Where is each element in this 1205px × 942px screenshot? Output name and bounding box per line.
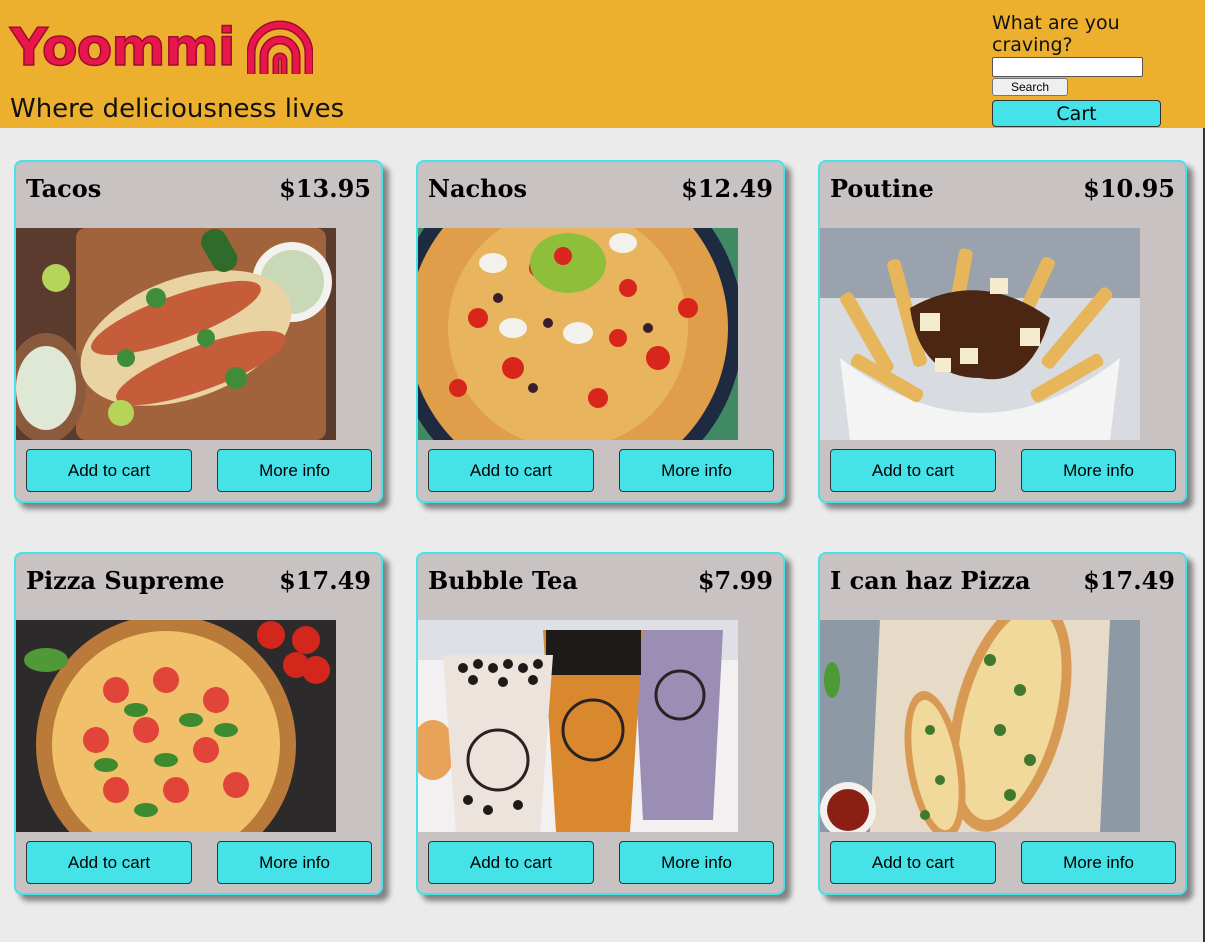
product-price: $7.99 <box>697 566 773 595</box>
product-name: Nachos <box>428 174 528 203</box>
add-to-cart-button[interactable]: Add to cart <box>26 841 192 884</box>
logo[interactable]: Yoommi <box>9 17 313 79</box>
arches-logo-icon <box>246 20 313 74</box>
more-info-button[interactable]: More info <box>619 841 774 884</box>
product-price: $17.49 <box>1083 566 1175 595</box>
site-header: Yoommi Where deliciousness lives What ar… <box>0 0 1205 128</box>
product-name: Bubble Tea <box>428 566 578 595</box>
product-card: Pizza Supreme $17.49 Add to cart More in… <box>14 552 383 895</box>
product-card: Bubble Tea $7.99 Add to cart More info <box>416 552 785 895</box>
brand-name: Yoommi <box>9 17 236 79</box>
poutine-image <box>820 228 1140 440</box>
product-name: Pizza Supreme <box>26 566 225 595</box>
tacos-image <box>16 228 336 440</box>
pizza-image <box>16 620 336 832</box>
add-to-cart-button[interactable]: Add to cart <box>428 841 594 884</box>
search-button[interactable]: Search <box>992 78 1068 96</box>
more-info-button[interactable]: More info <box>1021 841 1176 884</box>
product-name: I can haz Pizza <box>830 566 1031 595</box>
more-info-button[interactable]: More info <box>619 449 774 492</box>
product-name: Poutine <box>830 174 934 203</box>
product-price: $10.95 <box>1083 174 1175 203</box>
bubble-tea-image <box>418 620 738 832</box>
product-card: I can haz Pizza $17.49 Add to cart More … <box>818 552 1187 895</box>
more-info-button[interactable]: More info <box>217 841 372 884</box>
product-name: Tacos <box>26 174 102 203</box>
tagline: Where deliciousness lives <box>10 94 345 124</box>
more-info-button[interactable]: More info <box>1021 449 1176 492</box>
add-to-cart-button[interactable]: Add to cart <box>830 449 996 492</box>
add-to-cart-button[interactable]: Add to cart <box>830 841 996 884</box>
flatbread-pizza-image <box>820 620 1140 832</box>
nachos-image <box>418 228 738 440</box>
product-price: $12.49 <box>681 174 773 203</box>
product-card: Poutine $10.95 Add to cart More info <box>818 160 1187 503</box>
search-prompt: What are you craving? <box>992 12 1120 56</box>
cart-button[interactable]: Cart <box>992 100 1161 127</box>
add-to-cart-button[interactable]: Add to cart <box>428 449 594 492</box>
more-info-button[interactable]: More info <box>217 449 372 492</box>
product-card: Tacos $13.95 Add to cart More info <box>14 160 383 503</box>
product-price: $13.95 <box>279 174 371 203</box>
product-card: Nachos $12.49 Add to cart More info <box>416 160 785 503</box>
product-price: $17.49 <box>279 566 371 595</box>
search-input[interactable] <box>992 57 1143 77</box>
add-to-cart-button[interactable]: Add to cart <box>26 449 192 492</box>
